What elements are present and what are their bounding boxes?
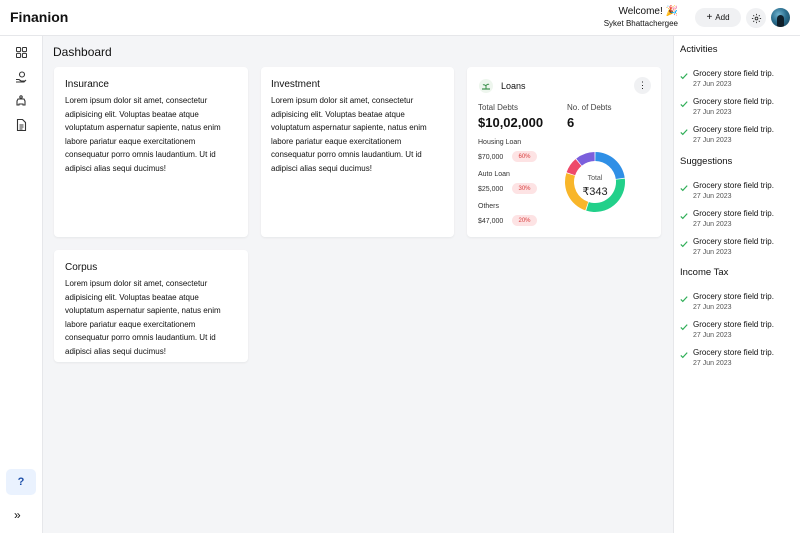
loan-percent-badge: 20%: [512, 215, 537, 226]
right-panel: Activities Grocery store field trip. 27 J…: [673, 36, 800, 533]
loans-title: Loans: [501, 81, 526, 91]
dashboard-icon: [15, 46, 27, 58]
list-item[interactable]: Grocery store field trip. 27 Jun 2023: [680, 319, 774, 341]
list-item[interactable]: Grocery store field trip. 27 Jun 2023: [680, 291, 774, 313]
check-icon: [680, 213, 688, 220]
item-date: 27 Jun 2023: [693, 249, 732, 256]
item-title: Grocery store field trip.: [693, 320, 774, 329]
top-bar: Finanion Welcome! 🎉 Syket Bhattachergee …: [0, 0, 800, 36]
list-item[interactable]: Grocery store field trip. 27 Jun 2023: [680, 124, 774, 146]
list-item[interactable]: Grocery store field trip. 27 Jun 2023: [680, 96, 774, 118]
card-body: Lorem ipsum dolor sit amet, consectetur …: [65, 96, 221, 173]
app-title: Finanion: [10, 9, 69, 25]
loan-percent-badge: 60%: [512, 151, 537, 162]
check-icon: [680, 129, 688, 136]
check-icon: [680, 241, 688, 248]
list-item[interactable]: Grocery store field trip. 27 Jun 2023: [680, 68, 774, 90]
num-debts-value: 6: [567, 115, 575, 130]
check-icon: [680, 73, 688, 80]
settings-button[interactable]: [746, 8, 766, 28]
item-title: Grocery store field trip.: [693, 209, 774, 218]
section-title-income-tax: Income Tax: [680, 267, 729, 278]
list-item[interactable]: Grocery store field trip. 27 Jun 2023: [680, 347, 774, 369]
plus-icon: +: [706, 11, 713, 23]
investment-card[interactable]: Investment Lorem ipsum dolor sit amet, c…: [261, 67, 454, 237]
check-icon: [680, 101, 688, 108]
corpus-card[interactable]: Corpus Lorem ipsum dolor sit amet, conse…: [54, 250, 248, 362]
card-body: Lorem ipsum dolor sit amet, consectetur …: [65, 279, 221, 356]
loan-amount: $70,000: [478, 154, 504, 161]
loans-menu-button[interactable]: ⋮: [634, 77, 651, 94]
item-title: Grocery store field trip.: [693, 69, 774, 78]
check-icon: [680, 185, 688, 192]
card-title: Investment: [271, 79, 320, 90]
sidebar-item-savings[interactable]: [15, 95, 27, 107]
item-date: 27 Jun 2023: [693, 360, 732, 367]
card-title: Corpus: [65, 262, 98, 273]
loans-header: Loans: [479, 79, 526, 93]
check-icon: [680, 324, 688, 331]
loan-amount: $47,000: [478, 218, 504, 225]
loan-percent-badge: 30%: [512, 183, 537, 194]
money-hand-icon: [16, 71, 27, 83]
add-button[interactable]: + Add: [695, 8, 741, 27]
section-title-activities: Activities: [680, 44, 718, 55]
donut-center-label: Total: [588, 175, 603, 182]
item-title: Grocery store field trip.: [693, 181, 774, 190]
loan-name: Others: [478, 203, 500, 210]
loans-donut-chart: Total ₹343: [565, 152, 625, 212]
list-item[interactable]: Grocery store field trip. 27 Jun 2023: [680, 236, 774, 258]
item-date: 27 Jun 2023: [693, 137, 732, 144]
num-debts-label: No. of Debts: [567, 103, 612, 112]
item-date: 27 Jun 2023: [693, 304, 732, 311]
card-title: Insurance: [65, 79, 109, 90]
plant-icon: [482, 83, 490, 90]
expand-sidebar-button[interactable]: »: [14, 508, 21, 522]
item-date: 27 Jun 2023: [693, 193, 732, 200]
total-debts-label: Total Debts: [478, 103, 519, 112]
welcome-text: Welcome! 🎉: [618, 6, 678, 17]
card-body: Lorem ipsum dolor sit amet, consectetur …: [271, 96, 427, 173]
item-title: Grocery store field trip.: [693, 348, 774, 357]
sidebar-item-dashboard[interactable]: [15, 46, 27, 58]
total-debts-value: $10,02,000: [478, 115, 544, 130]
user-greeting: Welcome! 🎉 Syket Bhattachergee: [604, 6, 678, 29]
donut-center-value: ₹343: [582, 186, 607, 198]
page-title: Dashboard: [53, 45, 112, 59]
section-title-suggestions: Suggestions: [680, 156, 733, 167]
item-date: 27 Jun 2023: [693, 221, 732, 228]
document-icon: [16, 119, 26, 131]
loan-name: Auto Loan: [478, 171, 510, 178]
gear-icon: [751, 13, 761, 23]
sidebar-item-loans[interactable]: [15, 71, 27, 83]
sidebar-item-documents[interactable]: [15, 119, 27, 131]
item-date: 27 Jun 2023: [693, 109, 732, 116]
check-icon: [680, 352, 688, 359]
loan-amount: $25,000: [478, 186, 504, 193]
avatar[interactable]: [771, 8, 790, 27]
item-date: 27 Jun 2023: [693, 332, 732, 339]
item-title: Grocery store field trip.: [693, 237, 774, 246]
loans-logo: [479, 79, 493, 93]
sidebar: ? »: [0, 36, 43, 533]
user-name: Syket Bhattachergee: [603, 19, 678, 28]
item-title: Grocery store field trip.: [693, 125, 774, 134]
item-title: Grocery store field trip.: [693, 292, 774, 301]
loans-card: Loans ⋮ Total Debts $10,02,000 No. of De…: [467, 67, 661, 237]
help-button[interactable]: ?: [6, 469, 36, 495]
list-item[interactable]: Grocery store field trip. 27 Jun 2023: [680, 180, 774, 202]
item-date: 27 Jun 2023: [693, 81, 732, 88]
add-button-label: Add: [715, 13, 730, 22]
check-icon: [680, 296, 688, 303]
piggy-bank-icon: [16, 95, 26, 106]
loan-name: Housing Loan: [478, 139, 522, 146]
insurance-card[interactable]: Insurance Lorem ipsum dolor sit amet, co…: [54, 67, 248, 237]
item-title: Grocery store field trip.: [693, 97, 774, 106]
list-item[interactable]: Grocery store field trip. 27 Jun 2023: [680, 208, 774, 230]
